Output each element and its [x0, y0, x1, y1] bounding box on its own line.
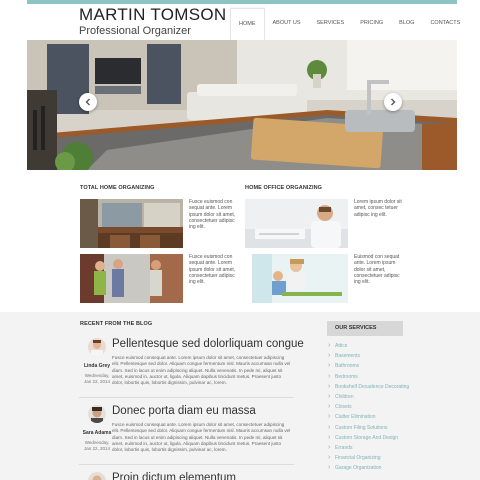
site-logo[interactable]: MARTIN TOMSON Professional Organizer [79, 5, 227, 38]
author-avatar [88, 472, 106, 480]
post-title[interactable]: Pellentesque sed dolorliquam congue [112, 338, 304, 350]
nav-services[interactable]: SERVICES [309, 8, 353, 40]
service-link[interactable]: Bathrooms [327, 361, 427, 371]
post-date-value: Jan 22, 2014 [83, 378, 111, 384]
office-organizing-image-2[interactable] [252, 254, 348, 303]
service-link[interactable]: Financial Organizing [327, 453, 427, 463]
service-link[interactable]: Bookshelf Decadence Decorating [327, 382, 427, 392]
post-divider [79, 464, 294, 465]
service-link[interactable]: Closets [327, 402, 427, 412]
blog-post-2: Sara Adams Wednesday, Jan 22, 2014 Donec… [79, 405, 294, 465]
top-accent-bar [27, 0, 457, 4]
service-link[interactable]: Attics [327, 341, 427, 351]
post-date: Wednesday, Jan 22, 2014 [79, 440, 115, 451]
author-avatar [88, 405, 106, 423]
nav-about-us[interactable]: ABOUT US [265, 8, 309, 40]
office-organizing-image-1[interactable] [245, 199, 348, 248]
blog-section-title: RECENT FROM THE BLOG [80, 321, 153, 327]
service-link[interactable]: Custom Filing Solutions [327, 423, 427, 433]
post-excerpt: Fusce euismod consequat ante. Lorem ipsu… [112, 422, 291, 453]
home-organizing-blurb-2: Fusce euismod con sequat ante. Lorem ips… [189, 254, 236, 286]
office-organizing-blurb-1: Lorem ipsum dolor sit amet, consec tetue… [354, 199, 402, 218]
service-link[interactable]: Clutter Elimination [327, 412, 427, 422]
services-widget-title: OUR SERVICES [327, 321, 403, 336]
post-author[interactable]: Linda Grey [79, 363, 115, 369]
main-nav: HOME ABOUT US SERVICES PRICING BLOG CONT… [230, 8, 468, 40]
service-link[interactable]: Errands [327, 443, 427, 453]
post-author[interactable]: Sara Adams [79, 430, 115, 436]
post-title[interactable]: Proin dictum elementum [112, 472, 236, 480]
nav-pricing[interactable]: PRICING [352, 8, 391, 40]
service-link[interactable]: Children [327, 392, 427, 402]
slider-next-button[interactable] [384, 93, 402, 111]
slider-prev-button[interactable] [79, 93, 97, 111]
section-title-office-organizing: HOME OFFICE ORGANIZING [245, 185, 323, 191]
home-organizing-image-1[interactable] [80, 199, 183, 248]
chevron-right-icon [391, 98, 396, 106]
service-link[interactable]: Garage Organization [327, 463, 427, 473]
office-organizing-blurb-2: Euismod con sequat ante. Lorem ipsum dol… [354, 254, 400, 286]
post-title[interactable]: Donec porta diam eu massa [112, 405, 256, 417]
post-divider [79, 397, 294, 398]
service-link[interactable]: Custom Storage And Design [327, 433, 427, 443]
blog-post-3: Proin dictum elementum [79, 472, 294, 480]
services-list: Attics Basements Bathrooms Bedrooms Book… [327, 341, 427, 473]
post-excerpt: Fusce euismod consequat ante. Lorem ipsu… [112, 355, 291, 386]
nav-contacts[interactable]: CONTACTS [422, 8, 468, 40]
hero-slider [27, 40, 457, 170]
brand-tagline: Professional Organizer [79, 25, 191, 37]
home-organizing-blurb-1: Fusce euismod con sequat ante. Lorem ips… [189, 199, 236, 231]
brand-name: MARTIN TOMSON [79, 5, 227, 24]
post-date: Wednesday, Jan 22, 2014 [79, 373, 115, 384]
service-link[interactable]: Bedrooms [327, 372, 427, 382]
section-title-home-organizing: TOTAL HOME ORGANIZING [80, 185, 155, 191]
author-avatar [88, 338, 106, 356]
blog-post-1: Linda Grey Wednesday, Jan 22, 2014 Pelle… [79, 338, 304, 398]
chevron-left-icon [85, 98, 90, 106]
nav-home[interactable]: HOME [230, 8, 265, 40]
nav-blog[interactable]: BLOG [391, 8, 422, 40]
service-link[interactable]: Basements [327, 351, 427, 361]
post-date-value: Jan 22, 2014 [83, 445, 111, 451]
home-organizing-image-2[interactable] [80, 254, 183, 303]
